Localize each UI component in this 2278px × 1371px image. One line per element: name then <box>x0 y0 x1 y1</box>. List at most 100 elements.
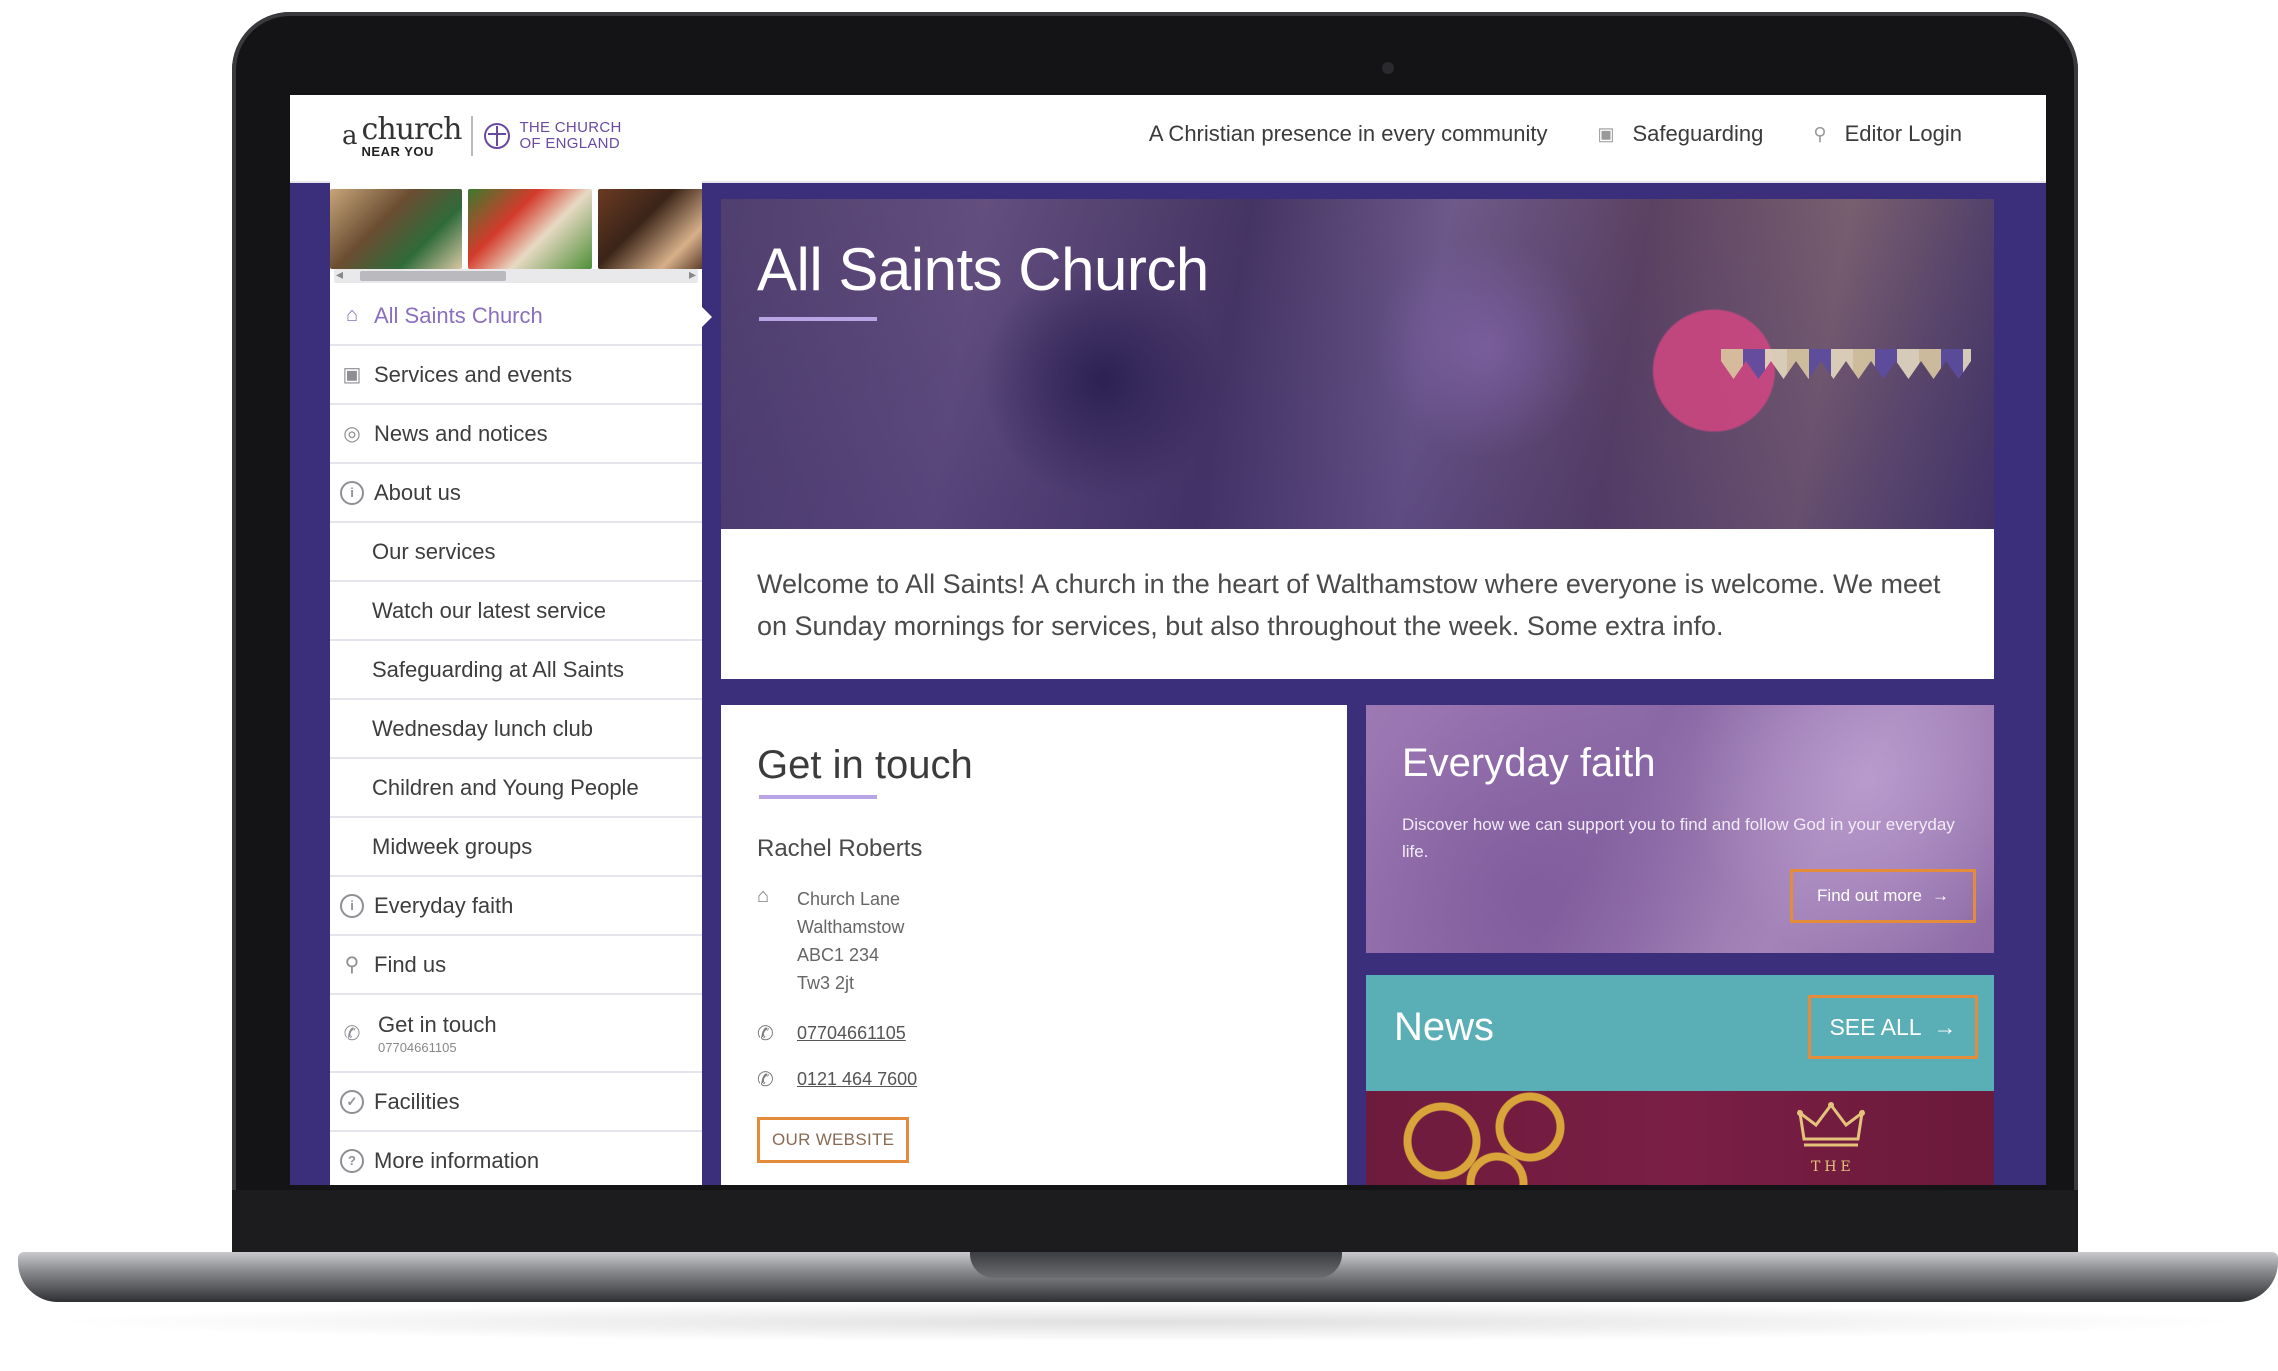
sidebar-subitem-wednesday-lunch-club[interactable]: Wednesday lunch club <box>330 700 702 759</box>
news-image[interactable]: THE <box>1366 1091 1994 1185</box>
sidebar-item-everyday-faith[interactable]: i Everyday faith <box>330 877 702 936</box>
question-icon: ? <box>330 1148 374 1173</box>
address-line: Tw3 2jt <box>797 973 855 993</box>
sidebar-subitem-our-services[interactable]: Our services <box>330 523 702 582</box>
hero-bunting-decoration <box>1721 349 1971 379</box>
contact-phone-1: ✆ 07704661105 <box>757 1021 906 1046</box>
logo-a: a <box>342 121 358 151</box>
logo-church-word: church <box>361 111 463 147</box>
info-icon: i <box>330 480 374 505</box>
sidebar-item-label: Children and Young People <box>372 774 639 800</box>
sidebar-item-label: Facilities <box>374 1088 460 1114</box>
sidebar-item-label: Watch our latest service <box>372 597 606 623</box>
sidebar-item-more-information[interactable]: ? More information <box>330 1132 702 1185</box>
coe-line2: OF ENGLAND <box>519 135 620 152</box>
see-all-button[interactable]: SEE ALL → <box>1808 995 1978 1059</box>
coe-cross-icon <box>484 123 511 149</box>
sidebar-item-label: Midweek groups <box>372 833 533 859</box>
phone-icon: ✆ <box>343 1022 361 1045</box>
news-title: News <box>1394 1005 1495 1049</box>
address-line: Walthamstow <box>797 917 905 937</box>
key-icon: ⚲ <box>1813 123 1827 144</box>
church-of-england-logo: THE CHURCH OF ENGLAND <box>483 120 621 152</box>
everyday-faith-card: Everyday faith Discover how we can suppo… <box>1366 705 1994 953</box>
photo-thumbnail[interactable] <box>468 189 592 269</box>
title-underline <box>759 317 877 321</box>
sidebar-item-find-us[interactable]: ⚲ Find us <box>330 936 702 995</box>
sidebar-item-services-and-events[interactable]: ▣ Services and events <box>330 346 702 405</box>
sidebar-subitem-children-young-people[interactable]: Children and Young People <box>330 759 702 818</box>
info-icon: i <box>330 893 374 918</box>
broadcast-icon: ◎ <box>343 423 361 445</box>
tagline: A Christian presence in every community <box>1148 121 1548 146</box>
sidebar: ◂ ▸ ⌂ All Saints Church ▣ Services and e… <box>330 181 712 1185</box>
phone-icon: ✆ <box>757 1069 774 1091</box>
safeguarding-link[interactable]: Safeguarding <box>1633 121 1764 147</box>
everyday-faith-title: Everyday faith <box>1402 741 1656 785</box>
sidebar-subitem-watch-latest-service[interactable]: Watch our latest service <box>330 582 702 641</box>
sidebar-item-about-us[interactable]: i About us <box>330 464 702 523</box>
sidebar-item-phone: 07704661105 <box>378 1039 457 1055</box>
sidebar-item-label: Find us <box>374 951 447 977</box>
calendar-icon: ▣ <box>342 364 362 386</box>
photo-strip[interactable] <box>330 189 702 275</box>
sidebar-subitem-safeguarding[interactable]: Safeguarding at All Saints <box>330 641 702 700</box>
sidebar-item-all-saints-church[interactable]: ⌂ All Saints Church <box>330 287 712 346</box>
scroll-right-icon[interactable]: ▸ <box>689 266 696 283</box>
hero-banner: All Saints Church <box>721 199 1994 529</box>
site-header: a church NEAR YOU THE CHURCH OF ENGLAND … <box>290 95 2046 183</box>
arrow-right-icon: → <box>1933 1013 1957 1040</box>
welcome-text: Welcome to All Saints! A church in the h… <box>757 569 1941 641</box>
address-line: ABC1 234 <box>797 945 880 965</box>
photo-thumbnail[interactable] <box>598 189 702 269</box>
site-logo[interactable]: a church NEAR YOU THE CHURCH OF ENGLAND <box>342 113 622 159</box>
phone-icon: ✆ <box>757 1023 774 1045</box>
contact-title: Get in touch <box>757 743 973 787</box>
logo-near-you: NEAR YOU <box>361 143 434 159</box>
photo-thumbnail[interactable] <box>330 189 462 269</box>
sidebar-item-label: More information <box>374 1147 540 1173</box>
laptop-bezel <box>232 1190 2078 1252</box>
sidebar-item-news-and-notices[interactable]: ◎ News and notices <box>330 405 702 464</box>
laptop-shadow <box>40 1302 2260 1342</box>
contact-phone-2: ✆ 0121 464 7600 <box>757 1067 917 1092</box>
sidebar-item-label: Everyday faith <box>374 892 514 918</box>
address-line: Church Lane <box>797 889 901 909</box>
find-out-more-label: Find out more <box>1817 886 1922 905</box>
logo-divider <box>471 116 474 156</box>
contact-address: Church Lane Walthamstow ABC1 234 Tw3 2jt <box>797 885 904 997</box>
browser-screen: a church NEAR YOU THE CHURCH OF ENGLAND … <box>290 95 2046 1185</box>
phone-link[interactable]: 07704661105 <box>797 1023 906 1044</box>
scrollbar-thumb[interactable] <box>360 271 506 281</box>
sidebar-item-label: Our services <box>372 538 496 564</box>
sidebar-subitem-midweek-groups[interactable]: Midweek groups <box>330 818 702 877</box>
title-underline <box>759 795 877 799</box>
arrow-right-icon: → <box>1931 886 1949 905</box>
sidebar-item-label: Services and events <box>374 361 573 387</box>
phone-link[interactable]: 0121 464 7600 <box>797 1069 917 1090</box>
logo-wordmark: church NEAR YOU <box>361 111 463 159</box>
news-image-caption: THE <box>1811 1159 1855 1175</box>
see-all-label: SEE ALL <box>1829 1013 1922 1040</box>
home-icon: ⌂ <box>345 304 359 326</box>
sidebar-item-label: News and notices <box>374 420 548 446</box>
home-icon: ⌂ <box>757 885 770 907</box>
page-title: All Saints Church <box>757 236 1209 303</box>
welcome-panel: Welcome to All Saints! A church in the h… <box>721 529 1994 679</box>
sidebar-item-label: All Saints Church <box>374 302 543 328</box>
camera <box>1382 62 1394 74</box>
sidebar-item-get-in-touch[interactable]: ✆ Get in touch 07704661105 <box>330 995 702 1073</box>
sidebar-item-label: Safeguarding at All Saints <box>372 656 624 682</box>
sidebar-item-label: Get in touch <box>378 1011 497 1037</box>
gold-swirl-decoration <box>1376 1091 1596 1185</box>
scroll-left-icon[interactable]: ◂ <box>336 266 343 283</box>
editor-login-link[interactable]: Editor Login <box>1845 121 1962 147</box>
sidebar-item-facilities[interactable]: ✓ Facilities <box>330 1073 702 1132</box>
our-website-button[interactable]: OUR WEBSITE <box>757 1117 910 1163</box>
find-out-more-button[interactable]: Find out more → <box>1790 869 1976 923</box>
photo-scrollbar[interactable]: ◂ ▸ <box>334 266 698 283</box>
contact-name: Rachel Roberts <box>757 835 923 862</box>
document-icon: ▣ <box>1597 123 1615 144</box>
check-circle-icon: ✓ <box>330 1089 374 1114</box>
active-indicator <box>702 307 712 327</box>
